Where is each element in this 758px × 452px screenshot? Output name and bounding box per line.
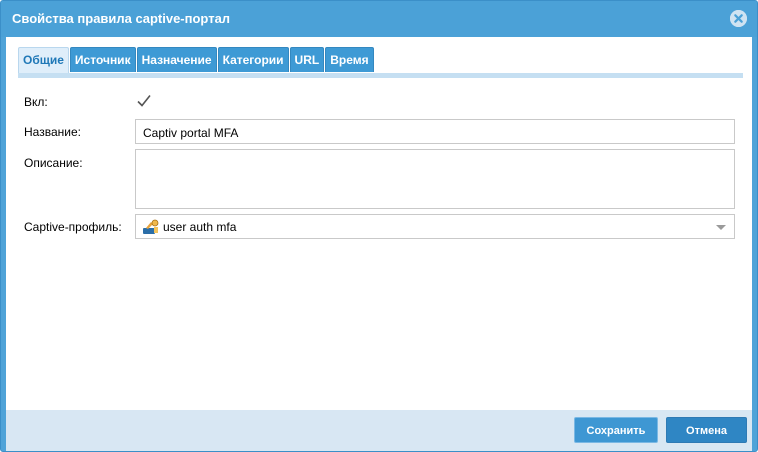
description-textarea[interactable] xyxy=(135,149,735,209)
tab-underline xyxy=(18,73,743,78)
tab-time[interactable]: Время xyxy=(325,47,374,72)
name-label: Название: xyxy=(24,125,81,139)
cancel-button[interactable]: Отмена xyxy=(666,417,747,443)
checkmark-icon xyxy=(137,95,151,107)
name-input-value: Captiv portal MFA xyxy=(143,126,239,140)
enabled-label: Вкл: xyxy=(24,95,48,109)
dialog-titlebar[interactable]: Свойства правила captive-портал xyxy=(1,1,757,37)
tab-categories[interactable]: Категории xyxy=(217,47,289,72)
tab-general[interactable]: Общие xyxy=(18,47,69,74)
captive-profile-label: Captive-профиль: xyxy=(24,220,122,234)
close-icon[interactable] xyxy=(730,10,747,27)
dialog-footer: Сохранить Отмена xyxy=(6,410,752,451)
captive-profile-select[interactable]: user auth mfa xyxy=(135,214,735,239)
save-button[interactable]: Сохранить xyxy=(574,417,658,443)
enabled-checkbox[interactable] xyxy=(136,93,152,109)
name-input[interactable]: Captiv portal MFA xyxy=(135,119,735,144)
captive-profile-value: user auth mfa xyxy=(163,220,237,234)
tab-destination[interactable]: Назначение xyxy=(136,47,217,72)
dialog-body: Общие Источник Назначение Категории URL … xyxy=(6,37,752,410)
captive-profile-icon xyxy=(142,219,160,238)
tab-bar: Общие Источник Назначение Категории URL … xyxy=(18,47,374,74)
dialog-title: Свойства правила captive-портал xyxy=(12,11,231,26)
description-label: Описание: xyxy=(24,156,83,170)
captive-rule-dialog: Свойства правила captive-портал Общие Ис… xyxy=(0,0,758,452)
chevron-down-icon[interactable] xyxy=(716,225,726,230)
tab-source[interactable]: Источник xyxy=(69,47,136,72)
tab-url[interactable]: URL xyxy=(289,47,325,72)
